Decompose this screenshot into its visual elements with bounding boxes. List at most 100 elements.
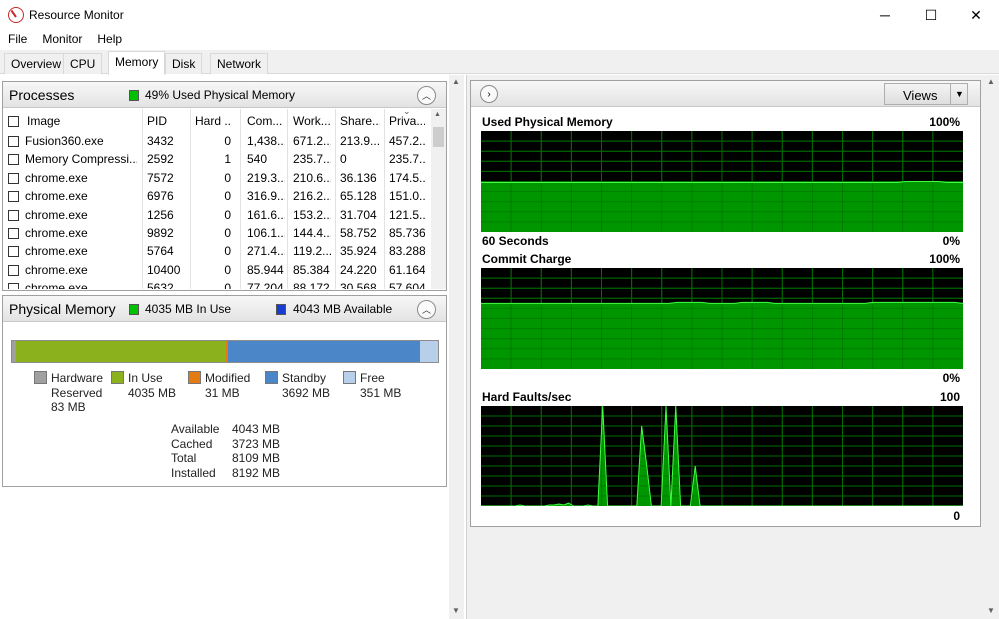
table-cell: 121.5... [389, 207, 425, 222]
column-header-pid[interactable]: PID [147, 114, 187, 128]
table-cell: 119.2... [293, 244, 331, 259]
scroll-up-icon[interactable]: ▲ [452, 77, 460, 86]
processes-table-scrollbar[interactable]: ▲ [431, 109, 446, 289]
table-cell: 0 [340, 152, 347, 167]
table-cell: 235.7... [389, 152, 425, 167]
menu-help[interactable]: Help [89, 30, 129, 50]
row-checkbox[interactable] [8, 228, 19, 239]
stat-value: 3723 MB [232, 436, 281, 451]
tab-overview[interactable]: Overview [4, 53, 69, 74]
row-checkbox[interactable] [8, 172, 19, 184]
stat-label: Total [171, 451, 197, 465]
table-row[interactable]: chrome.exe 6976 0 316.9... 216.2... 65.128 151… [3, 187, 431, 206]
table-cell: 0 [224, 207, 231, 222]
table-row[interactable]: chrome.exe 7572 0 219.3... 210.6... 36.136 174… [3, 169, 431, 188]
table-cell: 85.736 [389, 226, 425, 240]
table-cell: 24.220 [340, 262, 377, 277]
table-cell: chrome.exe [25, 207, 88, 222]
table-cell: 106.1... [247, 226, 285, 240]
tab-disk[interactable]: Disk [165, 53, 203, 74]
table-scroll-up-icon[interactable]: ▲ [434, 111, 441, 118]
legend-label: Free 351 MB [360, 371, 402, 400]
table-row[interactable]: Fusion360.exe 3432 0 1,438... 671.2... 213.9.… [3, 132, 431, 151]
menu-file[interactable]: File [0, 30, 34, 50]
graphs-header: › Views ▼ [471, 81, 980, 107]
legend-swatch [34, 371, 47, 384]
table-cell: 10400 [147, 262, 181, 277]
stat-label: Available [171, 422, 220, 436]
column-header-work[interactable]: Work... [293, 114, 331, 128]
table-cell: 5632 [147, 281, 174, 289]
right-scroll-up-icon[interactable]: ▲ [987, 77, 995, 86]
row-checkbox[interactable] [8, 136, 19, 147]
maximize-button[interactable]: ☐ [908, 0, 954, 30]
in-use-legend-icon [129, 304, 139, 315]
right-scroll-down-icon[interactable]: ▼ [987, 606, 995, 615]
physical-memory-bar [11, 340, 439, 363]
processes-column-header: Image PID Hard ... Com... Work... Share... Pri… [3, 109, 431, 131]
table-cell: 9892 [147, 226, 174, 240]
select-all-checkbox[interactable] [8, 116, 19, 127]
physical-memory-title: Physical Memory [9, 301, 116, 317]
legend-swatch [188, 371, 201, 384]
table-row[interactable]: chrome.exe 10400 0 85.944 85.384 24.220 61.164 [3, 261, 431, 280]
in-use-summary: 4035 MB In Use [145, 302, 232, 316]
tab-bar: Overview CPU Memory Disk Network [0, 50, 999, 75]
graph-hard-faults-title: Hard Faults/sec [482, 390, 572, 404]
column-header-share[interactable]: Share... [340, 114, 380, 128]
table-cell: 2592 [147, 152, 174, 167]
processes-summary: 49% Used Physical Memory [145, 88, 296, 102]
left-pane-scrollbar[interactable]: ▲ ▼ [449, 75, 464, 619]
used-physical-memory-graph [481, 131, 963, 232]
menu-monitor[interactable]: Monitor [34, 30, 89, 50]
table-cell: 271.4... [247, 244, 285, 259]
table-cell: 0 [224, 170, 231, 185]
expand-right-icon[interactable]: › [480, 85, 498, 103]
memory-bar-in-use [16, 341, 227, 362]
minimize-button[interactable]: ─ [862, 0, 908, 30]
table-cell: 85.384 [293, 262, 330, 277]
row-checkbox[interactable] [8, 191, 19, 203]
table-cell: 457.2... [389, 134, 425, 148]
physical-memory-header[interactable]: Physical Memory 4035 MB In Use 4043 MB A… [3, 296, 446, 322]
table-cell: 58.752 [340, 226, 377, 240]
tab-cpu[interactable]: CPU [63, 53, 103, 74]
column-header-com[interactable]: Com... [247, 114, 285, 128]
legend-label: Modified 31 MB [205, 371, 251, 400]
tab-network[interactable]: Network [210, 53, 269, 74]
row-checkbox[interactable] [8, 209, 19, 221]
row-checkbox[interactable] [8, 283, 19, 289]
close-button[interactable]: ✕ [953, 0, 999, 30]
table-cell: 144.4... [293, 226, 331, 240]
row-checkbox[interactable] [8, 246, 19, 258]
table-cell: 35.924 [340, 244, 377, 259]
table-scroll-thumb[interactable] [433, 127, 444, 147]
collapse-processes-button[interactable]: ︿ [417, 86, 436, 105]
row-checkbox[interactable] [8, 264, 19, 276]
table-cell: chrome.exe [25, 281, 88, 289]
table-row[interactable]: chrome.exe 9892 0 106.1... 144.4... 58.752 85.… [3, 224, 431, 243]
table-cell: 235.7... [293, 152, 331, 167]
column-header-image[interactable]: Image [27, 114, 139, 128]
table-cell: 213.9... [340, 134, 380, 148]
row-checkbox[interactable] [8, 154, 19, 166]
legend-swatch [111, 371, 124, 384]
processes-header[interactable]: Processes 49% Used Physical Memory ︿ [3, 82, 446, 108]
table-cell: 0 [224, 281, 231, 289]
table-cell: Memory Compressi... [25, 152, 137, 167]
views-dropdown-icon[interactable]: ▼ [950, 84, 968, 104]
table-row[interactable]: chrome.exe 5764 0 271.4... 119.2... 35.924 83.… [3, 242, 431, 261]
column-header-hard[interactable]: Hard ... [195, 114, 231, 128]
table-cell: 1,438... [247, 134, 285, 148]
tab-memory[interactable]: Memory [108, 51, 166, 75]
views-button[interactable]: Views ▼ [884, 83, 968, 105]
collapse-physical-memory-button[interactable]: ︿ [417, 300, 436, 319]
scroll-down-icon[interactable]: ▼ [452, 606, 460, 615]
table-row[interactable]: Memory Compressi... 2592 1 540 235.7... 0 235.… [3, 150, 431, 169]
processes-panel: Processes 49% Used Physical Memory ︿ Ima… [2, 81, 447, 291]
table-row[interactable]: chrome.exe 5632 0 77.204 88.172 30.568 57.604 [3, 279, 431, 289]
table-row[interactable]: chrome.exe 1256 0 161.6... 153.2... 31.704 121… [3, 206, 431, 225]
right-pane-scrollbar[interactable]: ▲ ▼ [984, 75, 999, 619]
table-cell: 0 [224, 134, 231, 148]
available-legend-icon [276, 304, 286, 315]
